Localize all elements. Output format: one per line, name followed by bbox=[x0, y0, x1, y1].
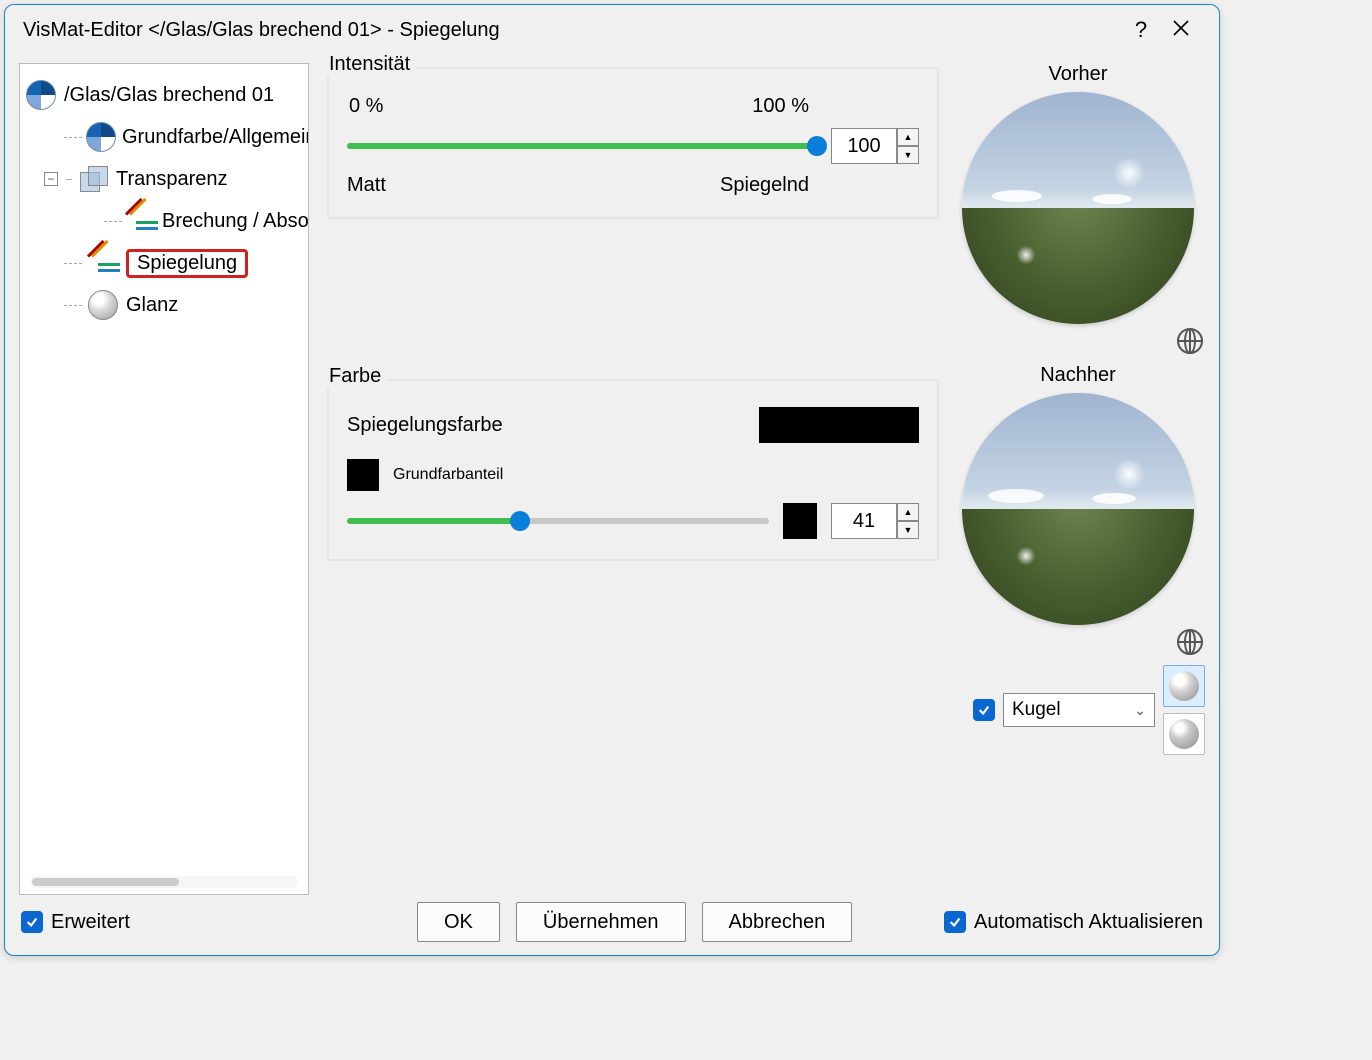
color-group: Farbe Spiegelungsfarbe Grundfarbanteil bbox=[327, 379, 939, 561]
tree-item-label: Glanz bbox=[126, 294, 178, 317]
basecolor-share-spin-down[interactable]: ▼ bbox=[897, 521, 919, 539]
tree-collapse-icon[interactable]: − bbox=[44, 172, 58, 186]
preview-shape-select[interactable]: Kugel ⌄ bbox=[1003, 693, 1155, 727]
window-title: VisMat-Editor </Glas/Glas brechend 01> -… bbox=[23, 19, 1121, 42]
basecolor-share-input[interactable] bbox=[831, 503, 897, 539]
tree-item-label: Grundfarbe/Allgemein bbox=[122, 126, 309, 149]
result-color-swatch[interactable] bbox=[783, 503, 817, 539]
preview-before-sphere bbox=[962, 92, 1194, 324]
tree-root-label: /Glas/Glas brechend 01 bbox=[64, 84, 274, 107]
intensity-group: Intensität 0 % 100 % ▲ ▼ bbox=[327, 67, 939, 219]
reflection-icon bbox=[86, 246, 120, 280]
intensity-low-label: Matt bbox=[347, 174, 386, 197]
shape-enabled-checkbox[interactable] bbox=[973, 699, 995, 721]
intensity-input[interactable] bbox=[831, 128, 897, 164]
auto-update-label: Automatisch Aktualisieren bbox=[974, 911, 1203, 934]
preview-shape-sphere-button[interactable] bbox=[1163, 665, 1205, 707]
gloss-icon bbox=[86, 288, 120, 322]
preview-shape-value: Kugel bbox=[1012, 699, 1061, 721]
help-button[interactable]: ? bbox=[1121, 17, 1161, 43]
transparency-icon bbox=[76, 162, 110, 196]
tree-item-glanz[interactable]: Glanz bbox=[26, 284, 304, 326]
cancel-button[interactable]: Abbrechen bbox=[702, 902, 853, 942]
color-legend: Farbe bbox=[327, 365, 387, 388]
apply-button[interactable]: Übernehmen bbox=[516, 902, 686, 942]
tree-root[interactable]: /Glas/Glas brechend 01 bbox=[26, 74, 304, 116]
tree-item-label: Brechung / Absorption bbox=[162, 210, 309, 233]
material-tree: /Glas/Glas brechend 01 Grundfarbe/Allgem… bbox=[19, 63, 309, 895]
tree-item-spiegelung[interactable]: Spiegelung bbox=[26, 242, 304, 284]
properties-panel: Intensität 0 % 100 % ▲ ▼ bbox=[309, 63, 951, 895]
ok-button[interactable]: OK bbox=[417, 902, 500, 942]
preview-after-sphere bbox=[962, 393, 1194, 625]
intensity-spin-down[interactable]: ▼ bbox=[897, 146, 919, 164]
basecolor-icon bbox=[86, 120, 116, 154]
environment-icon[interactable] bbox=[1177, 328, 1203, 354]
reflection-color-swatch[interactable] bbox=[759, 407, 919, 443]
preview-panel: Vorher Nachher Kugel bbox=[951, 63, 1205, 895]
chevron-down-icon: ⌄ bbox=[1134, 702, 1146, 719]
basecolor-share-slider[interactable] bbox=[347, 512, 769, 530]
intensity-max-label: 100 % bbox=[752, 95, 809, 118]
intensity-slider[interactable] bbox=[347, 137, 817, 155]
environment-icon[interactable] bbox=[1177, 629, 1203, 655]
tree-horizontal-scrollbar[interactable] bbox=[30, 876, 298, 888]
preview-shape-scene-button[interactable] bbox=[1163, 713, 1205, 755]
basecolor-share-spin-up[interactable]: ▲ bbox=[897, 503, 919, 521]
basecolor-swatch[interactable] bbox=[347, 459, 379, 491]
basecolor-share-label: Grundfarbanteil bbox=[393, 466, 503, 484]
intensity-min-label: 0 % bbox=[349, 95, 383, 118]
auto-update-checkbox[interactable] bbox=[944, 911, 966, 933]
preview-before-label: Vorher bbox=[1049, 63, 1108, 86]
dialog-footer: Erweitert OK Übernehmen Abbrechen Automa… bbox=[21, 899, 1203, 945]
extended-label: Erweitert bbox=[51, 911, 130, 934]
reflection-color-label: Spiegelungsfarbe bbox=[347, 414, 503, 437]
vismat-editor-window: VisMat-Editor </Glas/Glas brechend 01> -… bbox=[4, 4, 1220, 956]
refraction-icon bbox=[126, 204, 156, 238]
tree-item-transparenz[interactable]: − Transparenz bbox=[26, 158, 304, 200]
tree-item-label: Transparenz bbox=[116, 168, 228, 191]
extended-checkbox[interactable] bbox=[21, 911, 43, 933]
tree-item-label: Spiegelung bbox=[126, 249, 248, 278]
intensity-legend: Intensität bbox=[327, 53, 416, 76]
intensity-spin-up[interactable]: ▲ bbox=[897, 128, 919, 146]
tree-item-brechung[interactable]: Brechung / Absorption bbox=[26, 200, 304, 242]
preview-after-label: Nachher bbox=[1040, 364, 1116, 387]
tree-item-grundfarbe[interactable]: Grundfarbe/Allgemein bbox=[26, 116, 304, 158]
titlebar: VisMat-Editor </Glas/Glas brechend 01> -… bbox=[5, 5, 1219, 55]
material-root-icon bbox=[24, 78, 58, 112]
intensity-high-label: Spiegelnd bbox=[720, 174, 809, 197]
close-button[interactable] bbox=[1161, 17, 1201, 43]
